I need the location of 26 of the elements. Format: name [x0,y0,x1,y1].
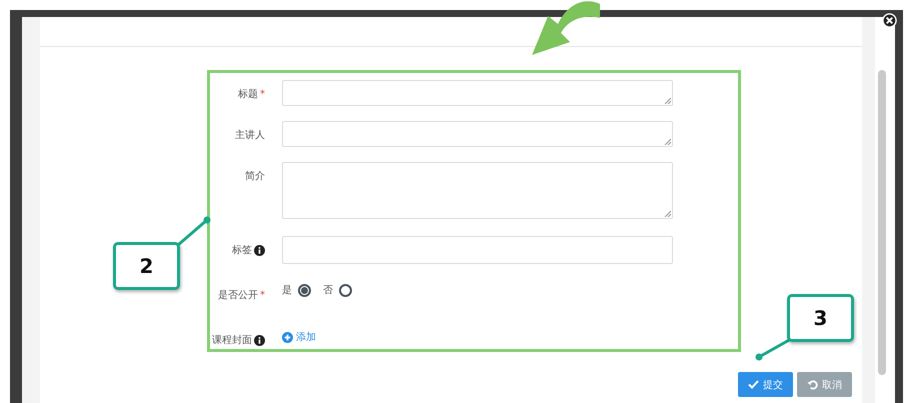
callout-label: 2 [113,242,180,290]
undo-icon [807,379,818,390]
radio-button[interactable] [298,284,311,296]
add-link[interactable]: 添加 [282,326,316,344]
submit-button[interactable]: 提交 [738,372,793,397]
field-label: 课程封面 [212,334,252,347]
field-label: 是否公开 [218,289,258,302]
required-mark: * [260,88,265,100]
resize-grip-icon[interactable] [664,210,671,217]
input-field[interactable] [282,236,673,264]
radio-label: 否 [323,284,333,297]
resize-grip-icon[interactable] [664,97,671,104]
field-label: 标题 [238,88,258,101]
radio-button[interactable] [339,284,352,296]
field-label: 主讲人 [235,128,265,142]
resize-grip-icon[interactable] [664,138,671,145]
radio-label: 是 [282,284,292,297]
close-icon[interactable] [882,13,897,28]
callout-label: 3 [787,294,854,342]
checkmark-icon [748,380,759,389]
required-mark: * [260,290,265,300]
plus-circle-icon [282,332,293,342]
scrollbar-thumb[interactable] [878,70,886,375]
field-label: 标签 [232,244,252,257]
cancel-button[interactable]: 取消 [797,372,852,397]
field-label: 简介 [245,170,265,183]
